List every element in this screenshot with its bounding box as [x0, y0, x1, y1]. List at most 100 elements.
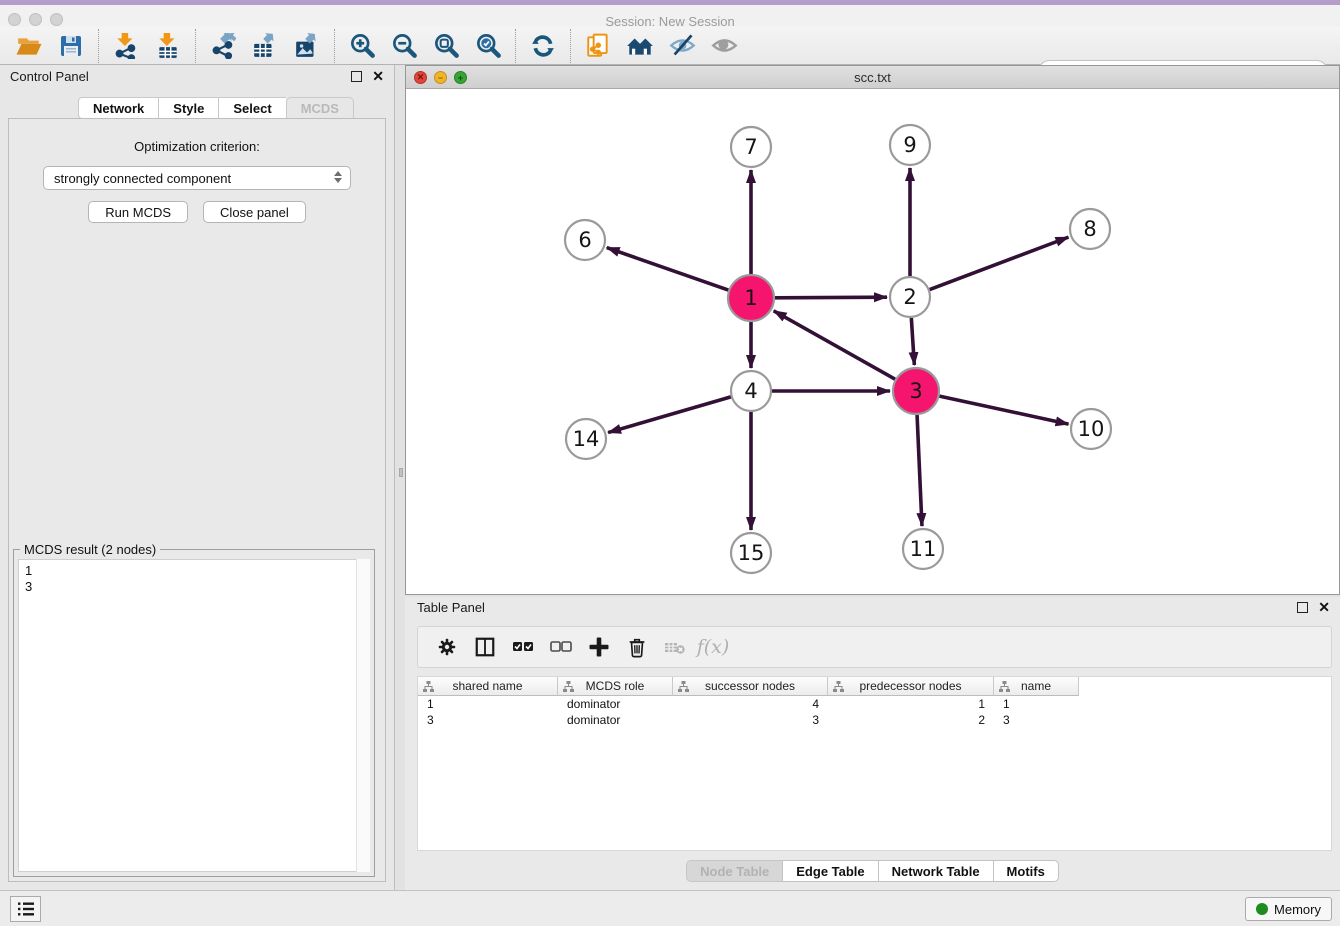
tab-style[interactable]: Style [158, 97, 218, 119]
create-column-button[interactable] [584, 632, 614, 662]
zoom-out-button[interactable] [389, 31, 419, 61]
memory-status-icon [1256, 903, 1268, 915]
column-header-predecessor-nodes[interactable]: predecessor nodes [828, 677, 994, 696]
memory-button[interactable]: Memory [1245, 897, 1332, 921]
mcds-result-text[interactable]: 1 3 [18, 559, 370, 872]
toolbar-separator [570, 29, 571, 63]
export-table-button[interactable] [250, 31, 280, 61]
vertical-splitter[interactable] [396, 65, 405, 890]
import-network-button[interactable] [111, 31, 141, 61]
table-cell[interactable]: 4 [673, 696, 828, 712]
table-row[interactable]: 3dominator323 [418, 712, 1331, 728]
column-header-label: shared name [452, 679, 522, 693]
column-header-shared-name[interactable]: shared name [418, 677, 558, 696]
open-folder-icon [16, 33, 42, 59]
zoom-in-icon [349, 32, 376, 59]
close-panel-icon[interactable]: ✕ [372, 71, 384, 82]
tab-network-table[interactable]: Network Table [878, 860, 993, 882]
export-image-icon [294, 33, 320, 59]
graph-node-label-8: 8 [1083, 217, 1096, 241]
table-cell[interactable]: dominator [558, 696, 673, 712]
splitter-handle[interactable] [399, 468, 403, 477]
table-cell[interactable]: dominator [558, 712, 673, 728]
export-image-button[interactable] [292, 31, 322, 61]
criterion-dropdown[interactable]: strongly connected component [43, 166, 351, 190]
tab-select[interactable]: Select [218, 97, 285, 119]
table-cell[interactable]: 1 [994, 696, 1079, 712]
select-all-button[interactable] [508, 632, 538, 662]
graph-edge-1-2[interactable] [775, 297, 887, 298]
zoom-in-button[interactable] [347, 31, 377, 61]
delete-table-button-disabled [660, 632, 690, 662]
tab-network[interactable]: Network [78, 97, 158, 119]
column-header-MCDS-role[interactable]: MCDS role [558, 677, 673, 696]
table-cell[interactable]: 3 [994, 712, 1079, 728]
plus-icon [587, 635, 611, 659]
eye-icon [711, 32, 738, 59]
save-session-button[interactable] [56, 31, 86, 61]
delete-table-icon [663, 635, 687, 659]
close-panel-button[interactable]: Close panel [203, 201, 306, 223]
column-header-label: predecessor nodes [859, 679, 961, 693]
table-cell[interactable]: 1 [418, 696, 558, 712]
network-window-titlebar[interactable]: ✕ − + scc.txt [406, 66, 1339, 89]
float-panel-icon[interactable] [351, 71, 362, 82]
table-panel-title: Table Panel [417, 600, 485, 615]
graph-edge-3-11[interactable] [917, 415, 922, 526]
close-panel-icon[interactable]: ✕ [1318, 602, 1330, 613]
show-column-button[interactable] [470, 632, 500, 662]
graph-edge-3-10[interactable] [939, 396, 1068, 424]
table-row[interactable]: 1dominator411 [418, 696, 1331, 712]
table-cell[interactable]: 3 [673, 712, 828, 728]
table-settings-button[interactable] [432, 632, 462, 662]
node-table[interactable]: shared name MCDS rolesuccessor nodes prede… [417, 676, 1332, 851]
import-table-button[interactable] [153, 31, 183, 61]
result-scrollbar[interactable] [356, 559, 370, 872]
export-network-button[interactable] [208, 31, 238, 61]
graph-edge-4-14[interactable] [608, 397, 731, 433]
zoom-selected-button[interactable] [473, 31, 503, 61]
delete-column-button[interactable] [622, 632, 652, 662]
refresh-layout-button[interactable] [528, 31, 558, 61]
function-builder-disabled: f(x) [698, 632, 728, 662]
checked-boxes-icon [511, 635, 535, 659]
graph-node-label-7: 7 [744, 135, 757, 159]
table-panel-buttons: ✕ [1297, 602, 1330, 613]
open-file-button[interactable] [14, 31, 44, 61]
float-panel-icon[interactable] [1297, 602, 1308, 613]
table-cell[interactable]: 1 [828, 696, 994, 712]
export-network-icon [210, 33, 236, 59]
table-cell[interactable]: 3 [418, 712, 558, 728]
tab-mcds[interactable]: MCDS [286, 97, 354, 119]
toolbar-separator [195, 29, 196, 63]
hide-selected-button[interactable] [667, 31, 697, 61]
export-table-icon [252, 33, 278, 59]
table-tabs: Node Table Edge Table Network Table Moti… [405, 860, 1340, 882]
tab-motifs[interactable]: Motifs [993, 860, 1059, 882]
graph-edge-1-6[interactable] [607, 248, 729, 290]
graph-edge-3-1[interactable] [774, 311, 895, 379]
tab-edge-table[interactable]: Edge Table [782, 860, 877, 882]
task-history-button[interactable] [10, 896, 41, 922]
zoom-fit-button[interactable] [431, 31, 461, 61]
deselect-all-button[interactable] [546, 632, 576, 662]
column-header-name[interactable]: name [994, 677, 1079, 696]
run-mcds-button[interactable]: Run MCDS [88, 201, 188, 223]
columns-icon [474, 636, 496, 658]
table-cell[interactable]: 2 [828, 712, 994, 728]
show-selected-button[interactable] [709, 31, 739, 61]
toolbar-separator [334, 29, 335, 63]
graph-edge-2-8[interactable] [930, 237, 1069, 289]
network-canvas[interactable]: 7968124314101511 [406, 89, 1339, 594]
column-header-label: name [1021, 679, 1051, 693]
column-header-successor-nodes[interactable]: successor nodes [673, 677, 828, 696]
duplicate-network-button[interactable] [583, 31, 613, 61]
table-header-row: shared name MCDS rolesuccessor nodes prede… [418, 677, 1331, 696]
double-home-icon [625, 33, 655, 59]
graph-node-label-6: 6 [578, 228, 591, 252]
graph-edge-2-3[interactable] [911, 318, 914, 365]
tab-node-table[interactable]: Node Table [686, 860, 782, 882]
first-neighbors-button[interactable] [625, 31, 655, 61]
gear-icon [436, 636, 458, 658]
import-network-icon [113, 33, 139, 59]
